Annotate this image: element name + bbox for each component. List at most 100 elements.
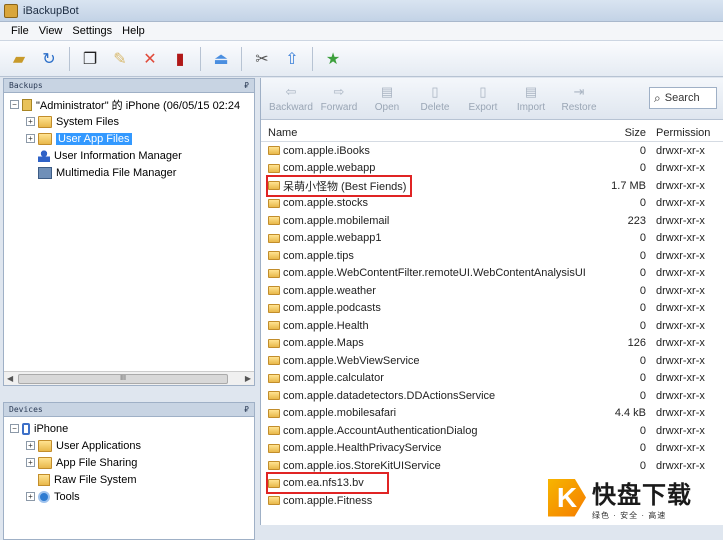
file-size: 0	[639, 424, 646, 437]
file-row[interactable]: com.apple.calculator 0 drwxr-xr-x	[261, 370, 723, 388]
file-size: 126	[627, 337, 646, 350]
forward-button[interactable]: ⇨ Forward	[315, 84, 363, 113]
horizontal-scrollbar[interactable]: ◀ III ▶	[4, 371, 254, 385]
tree-item-label: System Files	[56, 115, 119, 128]
collapse-icon[interactable]: −	[10, 100, 19, 109]
file-browser-pane: ⇦ Backward ⇨ Forward ▤ Open ▯ Delete ▯ Export…	[260, 78, 723, 525]
file-row[interactable]: com.apple.tips 0 drwxr-xr-x	[261, 247, 723, 265]
watermark: K 快盘下载 绿色 · 安全 · 高速	[548, 470, 723, 525]
backward-button[interactable]: ⇦ Backward	[267, 84, 315, 113]
file-row[interactable]: com.apple.Maps 126 drwxr-xr-x	[261, 335, 723, 353]
left-pane: Backups ₽ − "Administrator" 的 iPhone (06…	[3, 78, 255, 540]
expand-icon[interactable]: +	[26, 441, 35, 450]
export-button[interactable]: ▯ Export	[459, 84, 507, 113]
restore-button[interactable]: ⇥ Restore	[555, 84, 603, 113]
pin-icon[interactable]: ₽	[244, 81, 249, 90]
eject-icon[interactable]: ⏏	[208, 46, 234, 72]
scroll-left-icon[interactable]: ◀	[7, 374, 13, 383]
folder-icon	[268, 216, 280, 226]
file-row[interactable]: com.apple.Health 0 drwxr-xr-x	[261, 317, 723, 335]
expand-icon[interactable]: +	[26, 492, 35, 501]
menu-settings[interactable]: Settings	[67, 25, 117, 37]
delete-icon[interactable]: ✕	[137, 46, 163, 72]
export-label: Export	[468, 102, 498, 113]
open-button[interactable]: ▤ Open	[363, 84, 411, 113]
tree-item-label: User Applications	[56, 439, 141, 452]
star-icon[interactable]: ★	[320, 46, 346, 72]
file-row[interactable]: com.apple.AccountAuthenticationDialog 0 dr…	[261, 422, 723, 440]
file-size: 1.7 MB	[611, 179, 646, 192]
file-row[interactable]: com.apple.WebContentFilter.remoteUI.WebC…	[261, 265, 723, 283]
file-row[interactable]: com.apple.HealthPrivacyService 0 drwxr-xr-…	[261, 440, 723, 458]
column-name[interactable]: Name	[261, 127, 596, 139]
device-root[interactable]: − iPhone	[10, 420, 141, 437]
file-name-cell: com.apple.WebViewService	[261, 355, 596, 367]
tree-item-system-files[interactable]: + System Files	[10, 113, 240, 130]
device-icon[interactable]: ▮	[167, 46, 193, 72]
file-permission: drwxr-xr-x	[656, 424, 705, 437]
tree-item-user-information-manager[interactable]: User Information Manager	[10, 147, 240, 164]
import-label: Import	[516, 102, 546, 113]
file-row[interactable]: com.apple.WebViewService 0 drwxr-xr-x	[261, 352, 723, 370]
file-row[interactable]: com.apple.mobilesafari 4.4 kB drwxr-xr-x	[261, 405, 723, 423]
column-permission[interactable]: Permission	[646, 127, 716, 139]
file-size: 0	[639, 232, 646, 245]
folder-icon	[268, 391, 280, 401]
menu-file[interactable]: File	[6, 25, 34, 37]
tools-icon[interactable]: ✂	[249, 46, 275, 72]
collapse-icon[interactable]: −	[10, 424, 19, 433]
refresh-icon[interactable]: ↻	[36, 46, 62, 72]
file-name: com.ea.nfs13.bv	[283, 477, 364, 490]
folder-icon	[268, 496, 280, 506]
scroll-thumb[interactable]: III	[18, 374, 228, 384]
file-row[interactable]: com.apple.mobilemail 223 drwxr-xr-x	[261, 212, 723, 230]
file-row[interactable]: com.apple.iBooks 0 drwxr-xr-x	[261, 142, 723, 160]
clean-icon[interactable]: ✎	[107, 46, 133, 72]
file-name-cell: com.apple.podcasts	[261, 302, 596, 314]
file-name: com.apple.mobilesafari	[283, 407, 397, 420]
tree-item-user-app-files[interactable]: + User App Files	[10, 130, 240, 147]
file-row[interactable]: com.apple.webapp 0 drwxr-xr-x	[261, 160, 723, 178]
menu-view[interactable]: View	[34, 25, 68, 37]
tree-item-tools[interactable]: + Tools	[10, 488, 141, 505]
scroll-right-icon[interactable]: ▶	[245, 374, 251, 383]
file-name-cell: com.apple.stocks	[261, 197, 596, 209]
column-size[interactable]: Size	[596, 127, 646, 139]
file-permission: drwxr-xr-x	[656, 407, 705, 420]
file-size: 0	[639, 442, 646, 455]
copy-icon[interactable]: ❐	[77, 46, 103, 72]
search-box[interactable]: ⌕ Search	[649, 87, 717, 109]
file-row[interactable]: com.apple.stocks 0 drwxr-xr-x	[261, 195, 723, 213]
search-label: Search	[664, 92, 700, 104]
expand-icon[interactable]: +	[26, 117, 35, 126]
file-row[interactable]: 呆萌小怪物 (Best Fiends) 1.7 MB drwxr-xr-x	[261, 177, 723, 195]
file-permission: drwxr-xr-x	[656, 197, 705, 210]
expand-icon[interactable]: +	[26, 134, 35, 143]
tree-item-app-file-sharing[interactable]: + App File Sharing	[10, 454, 141, 471]
file-name-cell: com.apple.Health	[261, 320, 596, 332]
file-name: com.apple.AccountAuthenticationDialog	[283, 424, 478, 437]
file-row[interactable]: com.apple.datadetectors.DDActionsService…	[261, 387, 723, 405]
file-permission: drwxr-xr-x	[656, 232, 705, 245]
expand-icon[interactable]: +	[26, 458, 35, 467]
import-button[interactable]: ▤ Import	[507, 84, 555, 113]
delete-button[interactable]: ▯ Delete	[411, 84, 459, 113]
file-name: com.apple.datadetectors.DDActionsService	[283, 389, 496, 402]
menu-help[interactable]: Help	[117, 25, 150, 37]
tree-item-label: User Information Manager	[54, 149, 182, 162]
folder-icon	[268, 233, 280, 243]
file-name: com.apple.WebContentFilter.remoteUI.WebC…	[283, 267, 586, 280]
file-row[interactable]: com.apple.webapp1 0 drwxr-xr-x	[261, 230, 723, 248]
backup-root[interactable]: − "Administrator" 的 iPhone (06/05/15 02:…	[10, 96, 240, 113]
delete-label: Delete	[420, 102, 450, 113]
file-permission: drwxr-xr-x	[656, 372, 705, 385]
tree-item-raw-file-system[interactable]: Raw File System	[10, 471, 141, 488]
pin-icon[interactable]: ₽	[244, 405, 249, 414]
file-name: com.apple.HealthPrivacyService	[283, 442, 442, 455]
tree-item-multimedia-file-manager[interactable]: Multimedia File Manager	[10, 164, 240, 181]
tree-item-user-applications[interactable]: + User Applications	[10, 437, 141, 454]
upload-icon[interactable]: ⇧	[279, 46, 305, 72]
file-row[interactable]: com.apple.podcasts 0 drwxr-xr-x	[261, 300, 723, 318]
file-row[interactable]: com.apple.weather 0 drwxr-xr-x	[261, 282, 723, 300]
open-folder-icon[interactable]: ▰	[6, 46, 32, 72]
